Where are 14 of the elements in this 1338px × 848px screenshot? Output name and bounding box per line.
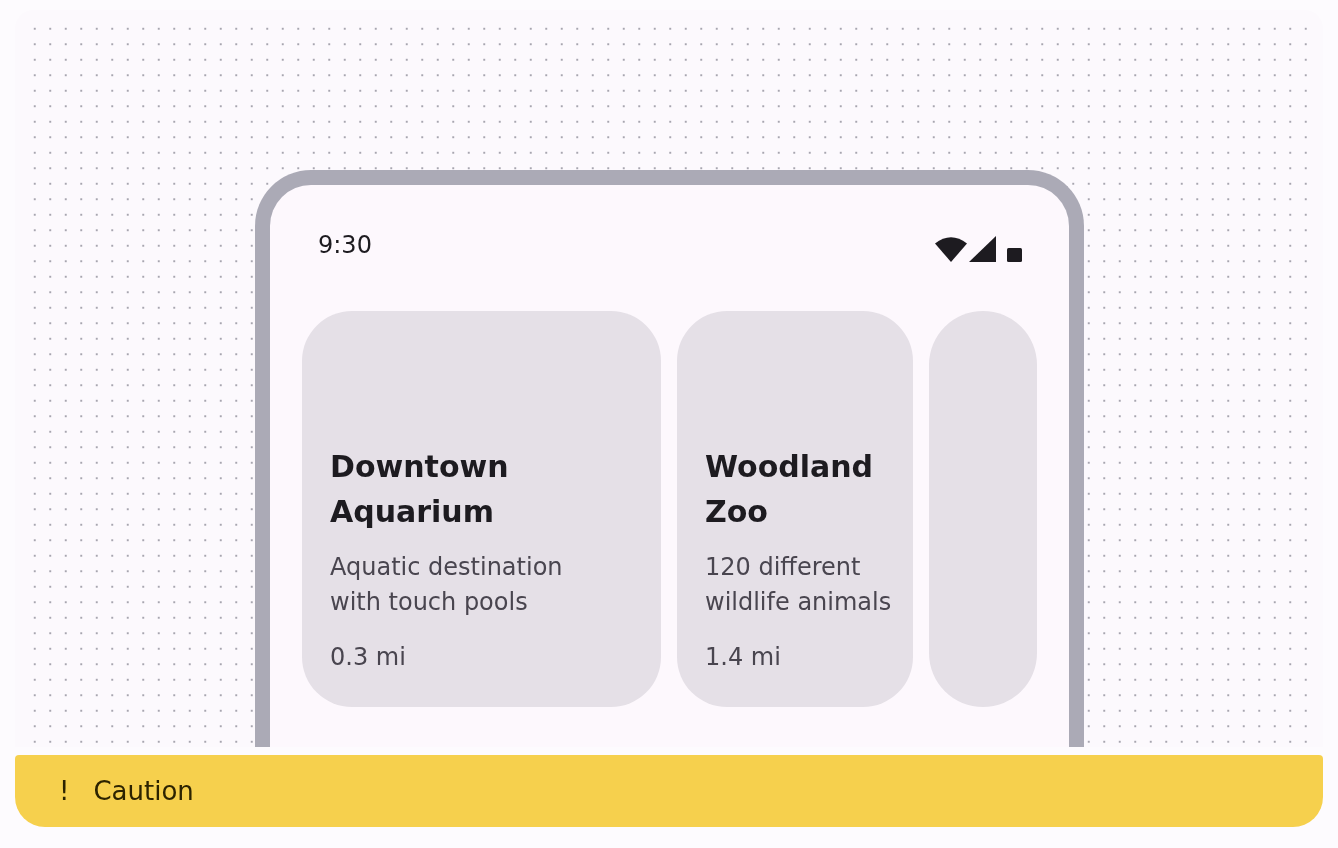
signal-icon	[969, 235, 996, 262]
card-distance: 1.4 mi	[705, 643, 782, 671]
place-card[interactable]: Woodland Zoo 120 different wildlife animals 1.4 mi	[677, 311, 913, 707]
status-time: 9:30	[318, 231, 372, 259]
card-description: Aquatic destination with touch pools	[330, 552, 564, 618]
card-title: Woodland Zoo	[705, 448, 875, 531]
card-description: 120 different wildlife animals	[705, 552, 893, 618]
exclamation-icon: !	[59, 776, 70, 806]
card-distance: 0.3 mi	[330, 643, 407, 671]
wifi-icon	[935, 234, 967, 262]
caution-label: Caution	[93, 776, 194, 806]
card-title: Downtown Aquarium	[330, 448, 510, 531]
battery-icon	[1007, 247, 1022, 262]
place-card[interactable]: Downtown Aquarium Aquatic destination with touch pools 0.3 mi	[302, 311, 661, 707]
